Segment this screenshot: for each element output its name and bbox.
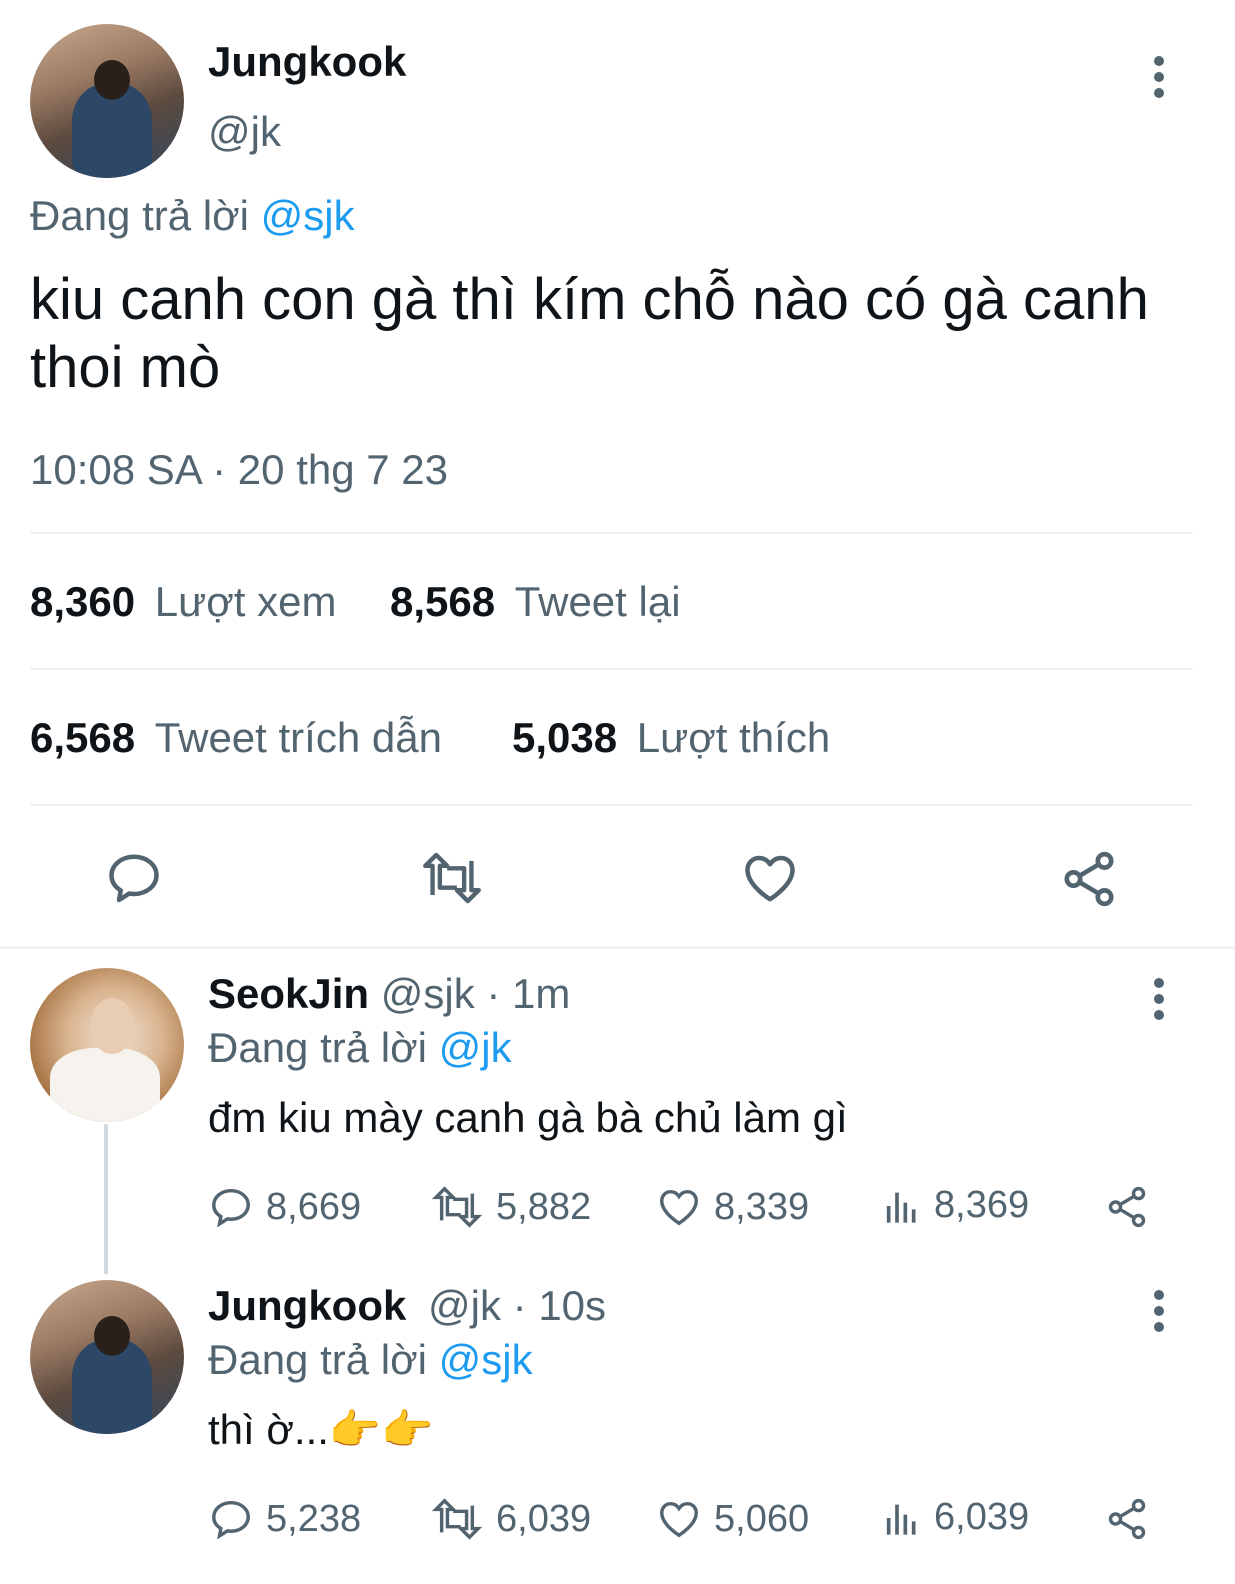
views-icon — [886, 1504, 916, 1535]
reply-header: Jungkook @jk · 10s — [208, 1282, 606, 1330]
reply-text-line: thì ờ...👉👉 — [208, 1406, 434, 1455]
author-avatar[interactable] — [30, 24, 184, 178]
like-icon — [660, 1189, 698, 1226]
reply-count-value: 8,669 — [266, 1185, 362, 1228]
more-icon[interactable] — [1154, 1290, 1166, 1338]
tweet-text: kiu canh con gà thì kím chỗ nào có gà ca… — [30, 267, 1149, 400]
replying-to-line: Đang trả lời @sjk — [30, 192, 355, 240]
reply-header: SeokJin @sjk · 1m — [208, 970, 570, 1018]
likes-count: 5,038 — [512, 714, 618, 761]
reply-replying-to-line: Đang trả lời @jk — [208, 1024, 512, 1072]
author-handle[interactable]: @jk — [208, 108, 281, 156]
replying-prefix: Đang trả lời — [30, 192, 249, 239]
like-icon[interactable] — [740, 848, 800, 908]
quotes-label: Tweet trích dẫn — [154, 714, 442, 761]
replying-prefix: Đang trả lời — [208, 1024, 427, 1071]
share-icon[interactable] — [1058, 848, 1120, 910]
reply-author-name[interactable]: Jungkook — [208, 1282, 406, 1329]
reply-icon — [212, 1188, 250, 1228]
reply-time[interactable]: · 10s — [513, 1282, 606, 1329]
author-name[interactable]: Jungkook — [208, 38, 406, 86]
reply-count[interactable]: 8,669 — [208, 1184, 361, 1230]
retweet-count[interactable]: 6,039 — [430, 1496, 591, 1542]
reply-text: thì ờ... — [208, 1406, 329, 1453]
share-icon[interactable] — [1104, 1496, 1150, 1542]
reply-author-handle[interactable]: @jk — [428, 1282, 501, 1329]
avatar-figure — [50, 1048, 160, 1122]
replying-to-link[interactable]: @jk — [439, 1024, 512, 1071]
like-icon — [660, 1501, 698, 1538]
reply-replying-to-line: Đang trả lời @sjk — [208, 1336, 533, 1384]
tweet-timestamp[interactable]: 10:08 SA · 20 thg 7 23 — [30, 446, 448, 494]
reply-author-handle[interactable]: @sjk — [381, 970, 475, 1017]
divider — [30, 668, 1193, 670]
share-icon[interactable] — [1104, 1184, 1150, 1230]
retweet-icon — [431, 1498, 483, 1540]
divider — [30, 532, 1193, 534]
pointing-fingers-emoji: 👉👉 — [328, 1406, 434, 1453]
avatar-head — [94, 60, 130, 100]
more-icon[interactable] — [1154, 978, 1166, 1026]
reply-icon[interactable] — [104, 848, 164, 908]
reply-text: đm kiu mày canh gà bà chủ làm gì — [208, 1094, 848, 1141]
avatar-head — [90, 998, 134, 1054]
section-divider — [0, 946, 1235, 949]
retweets-label: Tweet lại — [514, 578, 681, 625]
reply-avatar[interactable] — [30, 1280, 184, 1434]
divider — [30, 804, 1193, 806]
quotes-stat[interactable]: 6,568 Tweet trích dẫn — [30, 714, 442, 762]
retweet-count[interactable]: 5,882 — [430, 1184, 591, 1230]
reply-count[interactable]: 5,238 — [208, 1496, 361, 1542]
view-count[interactable]: 6,039 — [882, 1496, 1029, 1539]
reply-icon — [212, 1500, 250, 1540]
replying-prefix: Đang trả lời — [208, 1336, 427, 1383]
likes-label: Lượt thích — [636, 714, 831, 761]
stats-row-1: 8,360 Lượt xem — [30, 578, 336, 626]
retweets-stat[interactable]: 8,568 Tweet lại — [390, 578, 681, 626]
retweets-count: 8,568 — [390, 578, 496, 625]
replying-to-link[interactable]: @sjk — [439, 1336, 533, 1383]
more-icon[interactable] — [1154, 56, 1166, 104]
retweet-icon[interactable] — [418, 848, 486, 908]
like-count-value: 5,060 — [714, 1497, 810, 1540]
quotes-count: 6,568 — [30, 714, 136, 761]
reply-author-name[interactable]: SeokJin — [208, 970, 369, 1017]
view-count-value: 6,039 — [934, 1496, 1030, 1538]
reply-count-value: 5,238 — [266, 1497, 362, 1540]
replying-to-link[interactable]: @sjk — [261, 192, 355, 239]
like-count[interactable]: 8,339 — [656, 1184, 809, 1230]
likes-stat[interactable]: 5,038 Lượt thích — [512, 714, 830, 762]
view-count-value: 8,369 — [934, 1184, 1030, 1226]
reply-avatar[interactable] — [30, 968, 184, 1122]
thread-connector-line — [104, 1124, 108, 1274]
views-count: 8,360 — [30, 578, 136, 625]
avatar-head — [94, 1316, 130, 1356]
view-count[interactable]: 8,369 — [882, 1184, 1029, 1227]
retweet-count-value: 5,882 — [496, 1185, 592, 1228]
reply-time[interactable]: · 1m — [486, 970, 570, 1017]
retweet-count-value: 6,039 — [496, 1497, 592, 1540]
like-count-value: 8,339 — [714, 1185, 810, 1228]
views-icon — [886, 1192, 916, 1223]
views-label: Lượt xem — [154, 578, 337, 625]
retweet-icon — [431, 1186, 483, 1228]
like-count[interactable]: 5,060 — [656, 1496, 809, 1542]
